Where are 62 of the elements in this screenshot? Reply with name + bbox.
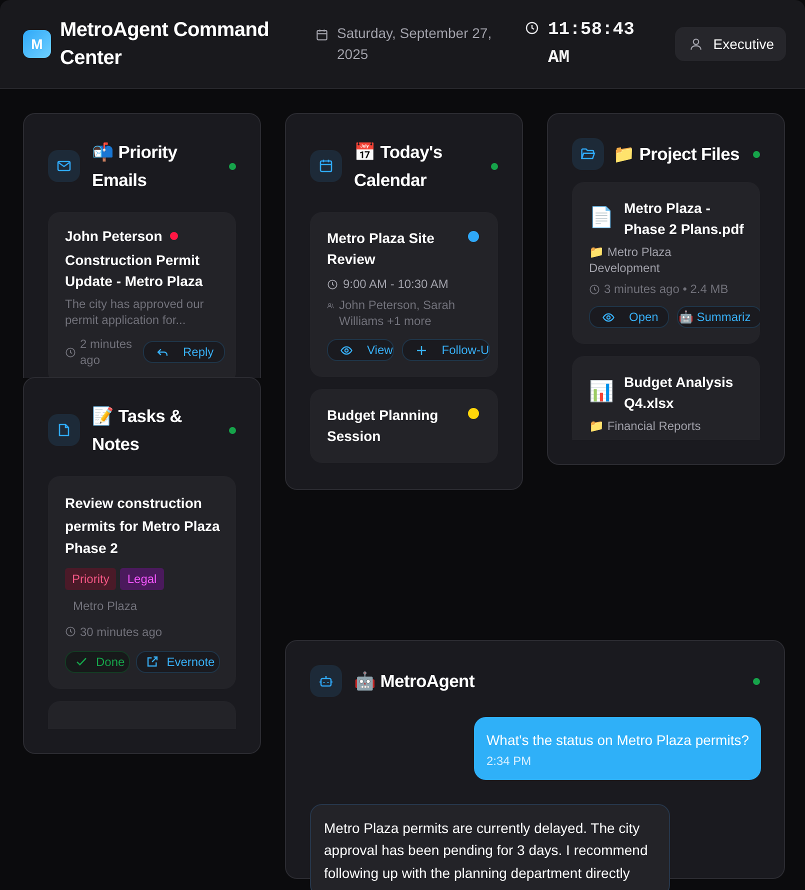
action-button[interactable]: Evernote	[136, 650, 220, 672]
app-logo: M	[23, 30, 51, 58]
action-button[interactable]: Reply	[143, 341, 225, 363]
folder-icon	[580, 146, 596, 162]
clock-icon	[327, 278, 338, 290]
file-icon: 📊	[589, 372, 614, 412]
panel-title: 🤖 MetroAgent	[354, 670, 476, 693]
file-icon: 📄	[589, 198, 614, 238]
email-card[interactable]: John Peterson Construction Permit Update - Metro Plaza The city has approved our permit application for... 2 minutes ago Reply	[48, 212, 236, 378]
external-link-icon	[146, 655, 159, 668]
clock-icon	[589, 284, 600, 294]
email-sender: John Peterson	[65, 228, 162, 244]
task-card[interactable]: Review construction permits for Metro Plaza Phase 2 Priority Legal Metro Plaza 30 minutes ago Done Evernote	[48, 476, 236, 688]
clock-icon	[65, 626, 76, 637]
message-text: Metro Plaza permits are currently delayed. The city approval has been pending for 3 days. I recommend following up with the planning department directly	[324, 818, 649, 883]
task-time: 30 minutes ago	[80, 624, 162, 638]
email-time: 2 minutes ago	[80, 336, 134, 368]
event-title: Budget Planning Session	[327, 406, 440, 446]
note-icon	[56, 422, 72, 438]
event-card[interactable]: Metro Plaza Site Review 9:00 AM - 10:30 AM John Peterson, Sarah Williams +1 more View Follow-U	[310, 212, 498, 377]
event-attendees: John Peterson, Sarah Williams +1 more	[339, 297, 456, 329]
tag: Priority	[65, 568, 116, 590]
event-card[interactable]: Budget Planning Session	[310, 389, 498, 463]
app-title: MetroAgent Command Center	[60, 18, 270, 71]
panel-title: 📁 Project Files	[613, 143, 740, 166]
action-button[interactable]: Follow-U	[402, 339, 490, 361]
task-title: Review construction permits for Metro Plaza Phase 2	[65, 494, 221, 558]
clock-icon	[65, 346, 76, 358]
action-button[interactable]: 🤖 Summariz	[677, 306, 760, 328]
action-button[interactable]: View	[327, 339, 394, 361]
action-button[interactable]: Open	[589, 306, 670, 328]
message-time: 2:34 PM	[486, 754, 532, 768]
project-label: Metro Plaza	[73, 598, 138, 612]
file-name: Budget Analysis Q4.xlsx	[624, 373, 734, 413]
check-icon	[75, 655, 88, 668]
file-folder: 📁 Metro Plaza Development	[589, 244, 672, 276]
clock-text: 11:58:43 AM	[548, 19, 636, 70]
user-button[interactable]: Executive	[675, 27, 786, 61]
email-subject: Construction Permit Update - Metro Plaza	[65, 251, 204, 291]
file-meta: 3 minutes ago • 2.4 MB	[604, 282, 728, 296]
people-icon	[327, 302, 334, 309]
file-folder: 📁 Financial Reports	[589, 418, 702, 434]
date-text: Saturday, September 27, 2025	[337, 24, 493, 64]
email-preview: The city has approved our permit application for...	[65, 296, 205, 328]
tag: Legal	[120, 568, 164, 590]
panel-title: 📅 Today's Calendar	[354, 141, 444, 192]
panel-title: 📬 Priority Emails	[92, 141, 178, 192]
event-time: 9:00 AM - 10:30 AM	[343, 277, 448, 291]
eye-icon	[340, 344, 353, 356]
mail-icon	[56, 158, 72, 174]
eye-icon	[602, 310, 615, 324]
file-name: Metro Plaza - Phase 2 Plans.pdf	[624, 199, 745, 239]
user-icon	[689, 37, 704, 51]
event-title: Metro Plaza Site Review	[327, 229, 436, 269]
calendar-icon	[315, 28, 329, 42]
robot-icon	[318, 673, 334, 689]
panel-title: 📝 Tasks & Notes	[92, 405, 183, 456]
done-button[interactable]: Done	[65, 650, 130, 672]
calendar-icon	[318, 158, 334, 174]
plus-icon	[414, 344, 428, 356]
clock-icon	[525, 21, 539, 35]
message-text: What's the status on Metro Plaza permits?	[486, 731, 749, 750]
